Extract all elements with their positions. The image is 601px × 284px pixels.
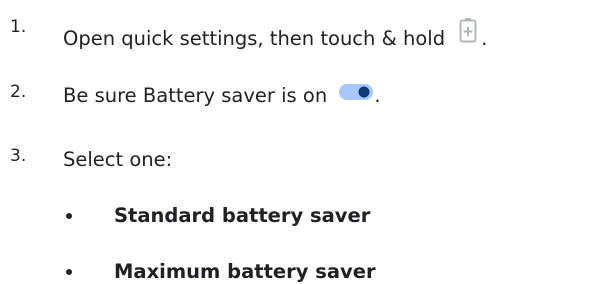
bullet [66, 213, 72, 219]
battery-saver-icon [457, 17, 479, 43]
toggle-on-icon [339, 83, 374, 101]
bullet [66, 269, 72, 275]
step-text-after: . [374, 84, 381, 107]
step-text-after: . [481, 27, 488, 50]
step-1: 1. Open quick settings, then touch & hol… [0, 17, 601, 57]
step-text: Open quick settings, then touch & hold . [63, 17, 488, 51]
step-2: 2. Be sure Battery saver is on . [0, 82, 601, 122]
option-standard-battery-saver: Standard battery saver [114, 204, 371, 227]
step-number: 3. [10, 146, 27, 166]
step-number: 1. [10, 17, 27, 37]
step-number: 2. [10, 82, 27, 102]
step-3: 3. Select one: [0, 146, 601, 186]
option-maximum-battery-saver: Maximum battery saver [114, 260, 376, 283]
step-text-before: Open quick settings, then touch & hold [63, 27, 446, 50]
step-text-before: Be sure Battery saver is on [63, 84, 328, 107]
instruction-list: 1. Open quick settings, then touch & hol… [0, 0, 601, 283]
step-text: Be sure Battery saver is on . [63, 84, 381, 108]
step-text: Select one: [63, 148, 173, 171]
